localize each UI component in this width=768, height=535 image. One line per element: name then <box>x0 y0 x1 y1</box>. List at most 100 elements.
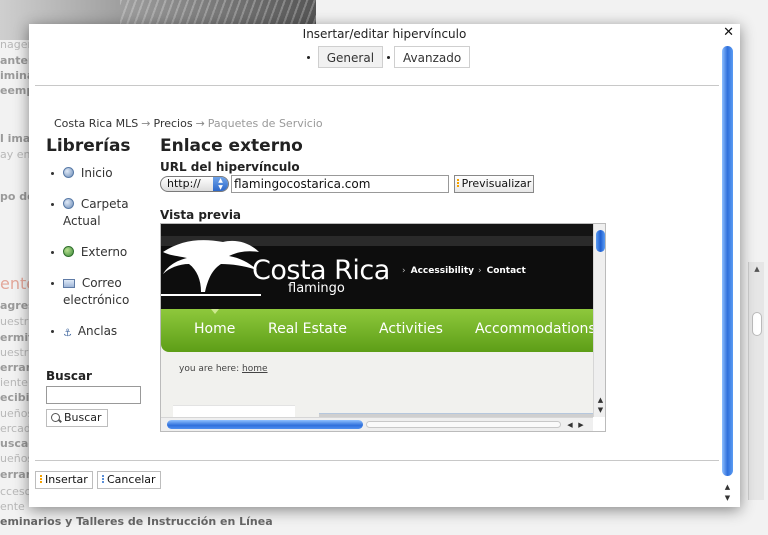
background-text: ente <box>0 500 25 513</box>
breadcrumb-arrow-icon: → <box>195 117 205 130</box>
site-breadcrumb-prefix: you are here: <box>179 364 240 374</box>
url-label: URL del hipervínculo <box>160 160 300 174</box>
site-link-label: Accessibility <box>410 266 475 276</box>
background-text: errar <box>0 468 32 481</box>
scroll-down-icon[interactable]: ▼ <box>722 493 733 503</box>
sparkle-icon <box>456 179 459 188</box>
library-item-externo[interactable]: Externo <box>51 244 151 261</box>
site-nav-real-estate[interactable]: Real Estate <box>268 321 347 337</box>
anchor-icon: ⚓ <box>63 328 72 339</box>
sparkle-icon <box>40 475 42 484</box>
preview-label: Vista previa <box>160 208 242 222</box>
insert-button[interactable]: Insertar <box>35 471 93 489</box>
sparkle-icon <box>102 475 104 484</box>
chevron-updown-icon: ▲ ▼ <box>213 177 228 191</box>
preview-horizontal-scroll-track[interactable] <box>366 421 561 428</box>
preview-vertical-scroll-thumb[interactable] <box>596 230 605 252</box>
background-scroll-thumb[interactable] <box>752 312 762 336</box>
bullet <box>51 330 54 333</box>
preview-button[interactable]: Previsualizar <box>454 175 534 193</box>
background-text: ecibi <box>0 391 30 404</box>
preview-button-label: Previsualizar <box>461 177 532 190</box>
library-item-label: Externo <box>80 245 128 259</box>
background-text: iente <box>0 376 28 389</box>
preview-vertical-scrollbar[interactable]: ▲ ▼ <box>593 224 605 417</box>
breadcrumb-arrow-icon: → <box>141 117 151 130</box>
site-nav-accommodations[interactable]: Accommodations <box>475 321 593 337</box>
preview-horizontal-scrollbar[interactable]: ◀ ▶ <box>161 417 593 431</box>
breadcrumb: Costa Rica MLS → Precios → Paquetes de Servi… <box>54 117 323 130</box>
cancel-button[interactable]: Cancelar <box>97 471 161 489</box>
tab-general[interactable]: General <box>317 46 384 68</box>
protocol-value: http:// <box>167 177 201 190</box>
scroll-up-icon[interactable]: ▲ <box>595 395 605 405</box>
divider <box>35 460 719 461</box>
site-nav-activities[interactable]: Activities <box>379 321 443 337</box>
search-button[interactable]: Buscar <box>46 409 108 427</box>
dialog-title: Insertar/editar hipervínculo <box>302 27 467 41</box>
tab-avanzado[interactable]: Avanzado <box>394 46 471 68</box>
background-text: ercad <box>0 422 31 435</box>
dialog-vertical-scroll-thumb[interactable] <box>722 46 733 476</box>
site-nav-home[interactable]: Home <box>194 321 235 337</box>
library-item-label: Inicio <box>80 166 113 180</box>
preview-horizontal-scroll-thumb[interactable] <box>167 420 363 429</box>
site-logo-subtext: flamingo <box>288 281 345 296</box>
bullet <box>51 172 54 175</box>
preview-frame[interactable]: Costa Rica flamingo › Accessibility › Cont… <box>160 223 606 432</box>
scroll-up-icon[interactable]: ▲ <box>722 482 733 492</box>
libraries-title: Librerías <box>46 136 131 156</box>
background-text: uestr <box>0 315 29 328</box>
chevron-right-icon: › <box>478 266 482 276</box>
dialog-body: Costa Rica MLS → Precios → Paquetes de Servi… <box>35 86 719 460</box>
scroll-up-icon[interactable]: ▲ <box>752 264 762 274</box>
tab-bullet <box>306 55 310 59</box>
search-label: Buscar <box>46 369 92 383</box>
site-link-contact[interactable]: › Contact <box>478 266 526 276</box>
library-item-anclas[interactable]: ⚓ Anclas <box>51 323 151 340</box>
background-text: cceso <box>0 485 32 498</box>
background-text: eminarios y Talleres de Instrucción en L… <box>0 515 273 528</box>
mail-icon <box>63 279 75 288</box>
search-icon <box>51 413 60 422</box>
library-item-label: Anclas <box>77 324 118 338</box>
scroll-right-icon[interactable]: ▶ <box>576 420 586 430</box>
bullet <box>51 282 54 285</box>
hyperlink-dialog: Insertar/editar hipervínculo ✕ General Av… <box>29 24 740 507</box>
libraries-list: Inicio Carpeta Actual Externo Correo ele… <box>51 165 151 354</box>
background-text: ay en <box>0 148 31 161</box>
background-text: uestr <box>0 346 29 359</box>
external-link-title: Enlace externo <box>160 136 303 156</box>
globe-icon <box>63 246 74 257</box>
search-input[interactable] <box>46 386 141 404</box>
tree-logo-icon <box>161 240 261 296</box>
chevron-right-icon: › <box>402 266 406 276</box>
background-text: errar <box>0 361 32 374</box>
library-item-correo[interactable]: Correo electrónico <box>51 275 151 309</box>
bullet <box>51 251 54 254</box>
breadcrumb-current: Paquetes de Servicio <box>207 117 323 130</box>
background-scrollbar[interactable]: ▲ <box>748 262 764 500</box>
search-button-label: Buscar <box>64 411 102 424</box>
breadcrumb-item[interactable]: Precios <box>154 117 193 130</box>
site-breadcrumb: you are here: home <box>179 364 268 374</box>
protocol-select[interactable]: http:// ▲ ▼ <box>160 176 229 192</box>
site-link-accessibility[interactable]: › Accessibility <box>402 266 474 276</box>
background-text: l ima <box>0 132 31 145</box>
site-content-box <box>173 405 295 417</box>
url-input[interactable]: flamingocostarica.com <box>231 175 449 193</box>
scroll-left-icon[interactable]: ◀ <box>565 420 575 430</box>
circle-icon <box>63 167 74 178</box>
nav-pointer-icon <box>211 309 219 314</box>
tab-bar: General Avanzado <box>29 46 740 74</box>
tab-bullet <box>387 55 391 59</box>
library-item-carpeta-actual[interactable]: Carpeta Actual <box>51 196 151 230</box>
preview-site: Costa Rica flamingo › Accessibility › Cont… <box>161 224 593 417</box>
insert-button-label: Insertar <box>45 473 88 486</box>
breadcrumb-item[interactable]: Costa Rica MLS <box>54 117 138 130</box>
cancel-button-label: Cancelar <box>107 473 156 486</box>
scroll-down-icon[interactable]: ▼ <box>595 405 605 415</box>
dialog-vertical-scrollbar[interactable]: ▲ ▼ <box>720 38 735 504</box>
site-breadcrumb-home-link[interactable]: home <box>242 364 268 374</box>
library-item-inicio[interactable]: Inicio <box>51 165 151 182</box>
